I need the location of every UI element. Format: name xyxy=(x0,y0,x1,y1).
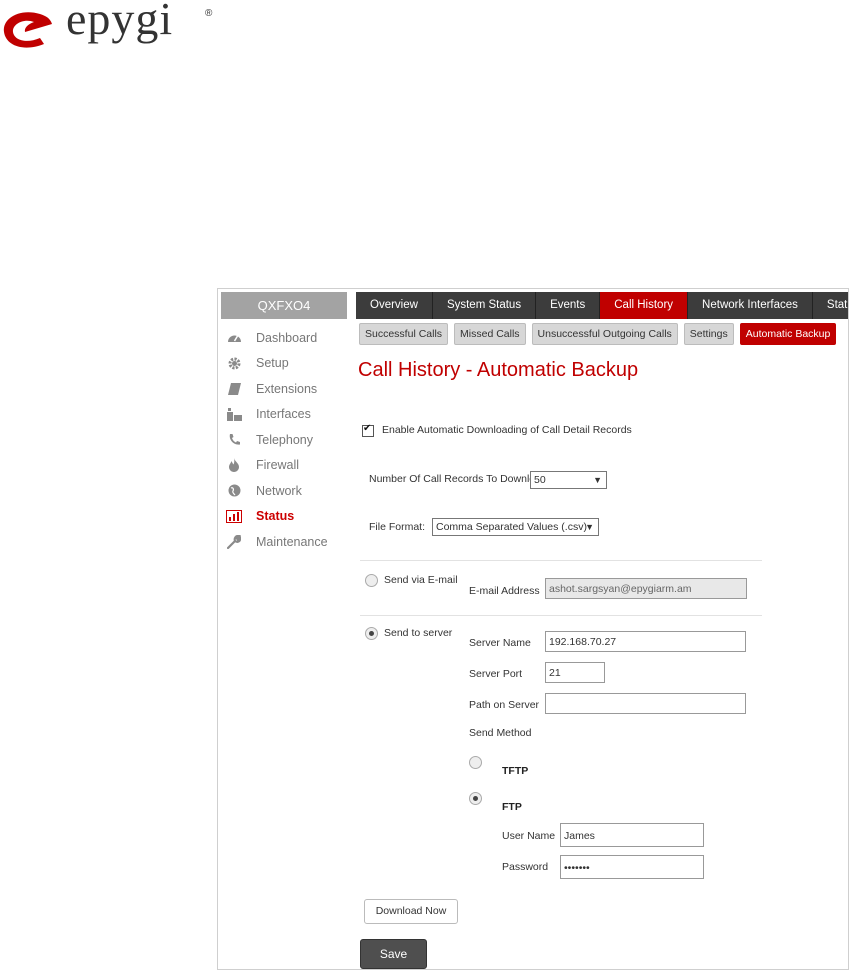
tab-call-history[interactable]: Call History xyxy=(600,292,689,319)
sidebar-item-dashboard[interactable]: Dashboard xyxy=(226,325,351,351)
book-icon xyxy=(226,381,242,397)
bar-chart-icon xyxy=(226,508,242,524)
gear-icon xyxy=(226,355,242,371)
registered-mark: ® xyxy=(205,8,213,19)
phone-icon xyxy=(226,432,242,448)
flame-icon xyxy=(226,457,242,473)
send-server-label: Send to server xyxy=(384,627,453,639)
dropdown-arrow-icon: ▼ xyxy=(593,475,602,485)
send-method-label: Send Method xyxy=(469,727,532,739)
subtab-unsuccessful-outgoing-calls[interactable]: Unsuccessful Outgoing Calls xyxy=(531,323,678,345)
main-panel: QXFXO4 Dashboard Setup Extensions Interf… xyxy=(217,288,849,970)
subtab-successful-calls[interactable]: Successful Calls xyxy=(359,323,449,345)
epygi-logo-mark xyxy=(3,12,52,48)
dashboard-icon xyxy=(226,330,242,346)
device-name: QXFXO4 xyxy=(221,292,347,319)
path-on-server-input[interactable] xyxy=(545,693,746,714)
wrench-icon xyxy=(226,534,242,550)
tab-events[interactable]: Events xyxy=(536,292,601,319)
tab-overview[interactable]: Overview xyxy=(356,292,433,319)
server-name-label: Server Name xyxy=(469,637,531,649)
divider xyxy=(360,560,762,561)
sidebar-item-interfaces[interactable]: Interfaces xyxy=(226,402,351,428)
sidebar-item-label: Maintenance xyxy=(256,534,328,549)
email-address-input[interactable]: ashot.sargsyan@epygiarm.am xyxy=(545,578,747,599)
sidebar-item-telephony[interactable]: Telephony xyxy=(226,427,351,453)
records-count-select[interactable]: 50 ▼ xyxy=(530,471,607,489)
sidebar-item-label: Status xyxy=(256,509,295,524)
sidebar-item-label: Network xyxy=(256,483,302,498)
sidebar-item-label: Firewall xyxy=(256,458,300,473)
tab-network-interfaces[interactable]: Network Interfaces xyxy=(688,292,813,319)
send-email-radio[interactable] xyxy=(365,574,378,587)
top-nav: Overview System Status Events Call Histo… xyxy=(356,292,848,319)
file-format-label: File Format: xyxy=(369,521,426,533)
records-count-value: 50 xyxy=(534,474,546,486)
password-label: Password xyxy=(502,861,549,873)
enable-download-label: Enable Automatic Downloading of Call Det… xyxy=(382,424,632,436)
sidebar-item-status[interactable]: Status xyxy=(226,504,351,530)
sidebar-item-firewall[interactable]: Firewall xyxy=(226,453,351,479)
send-server-radio[interactable] xyxy=(365,627,378,640)
epygi-logo: epygi ® xyxy=(0,0,230,60)
send-email-label: Send via E-mail xyxy=(384,574,458,586)
tftp-radio[interactable] xyxy=(469,756,482,769)
brand-name: epygi xyxy=(66,0,174,44)
sub-nav: Successful Calls Missed Calls Unsuccessf… xyxy=(359,323,837,345)
sidebar-item-label: Setup xyxy=(256,356,289,371)
password-input[interactable]: ••••••• xyxy=(560,855,704,879)
sidebar-item-label: Interfaces xyxy=(256,407,311,422)
save-button[interactable]: Save xyxy=(360,939,427,969)
download-now-button[interactable]: Download Now xyxy=(364,899,458,924)
sidebar-item-label: Telephony xyxy=(256,432,313,447)
sidebar-item-label: Dashboard xyxy=(256,330,318,345)
ftp-radio[interactable] xyxy=(469,792,482,805)
file-format-value: Comma Separated Values (.csv) xyxy=(436,521,587,533)
enable-download-checkbox[interactable] xyxy=(362,423,374,437)
divider xyxy=(360,615,762,616)
sidebar-item-label: Extensions xyxy=(256,381,318,396)
sidebar-item-setup[interactable]: Setup xyxy=(226,351,351,377)
subtab-missed-calls[interactable]: Missed Calls xyxy=(454,323,526,345)
sidebar-item-network[interactable]: Network xyxy=(226,478,351,504)
dropdown-arrow-icon: ▼ xyxy=(585,522,594,532)
subtab-automatic-backup[interactable]: Automatic Backup xyxy=(739,323,837,345)
tab-statistics[interactable]: Statistics xyxy=(813,292,848,319)
user-name-input[interactable]: James xyxy=(560,823,704,847)
sidebar-item-maintenance[interactable]: Maintenance xyxy=(226,529,351,555)
globe-icon xyxy=(226,483,242,499)
email-address-label: E-mail Address xyxy=(469,585,540,597)
server-port-label: Server Port xyxy=(469,668,523,680)
server-port-input[interactable]: 21 xyxy=(545,662,605,683)
records-count-label: Number Of Call Records To Download: xyxy=(369,473,550,485)
file-format-select[interactable]: Comma Separated Values (.csv) ▼ xyxy=(432,518,599,536)
tftp-label: TFTP xyxy=(502,765,529,777)
user-name-label: User Name xyxy=(502,830,556,842)
tab-system-status[interactable]: System Status xyxy=(433,292,537,319)
sidebar: Dashboard Setup Extensions Interfaces Te… xyxy=(226,325,351,555)
path-on-server-label: Path on Server xyxy=(469,699,540,711)
page-title: Call History - Automatic Backup xyxy=(358,359,639,381)
ftp-label: FTP xyxy=(502,801,522,813)
server-name-input[interactable]: 192.168.70.27 xyxy=(545,631,746,652)
subtab-settings[interactable]: Settings xyxy=(683,323,734,345)
sidebar-item-extensions[interactable]: Extensions xyxy=(226,376,351,402)
network-ports-icon xyxy=(226,406,242,422)
